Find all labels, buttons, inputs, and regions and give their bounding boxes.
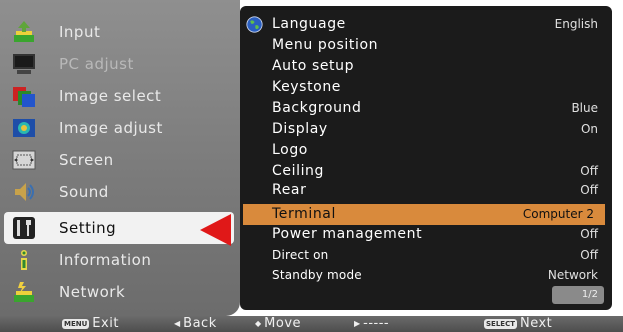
menu-item-label: Image adjust bbox=[59, 119, 163, 137]
speaker-icon bbox=[15, 183, 34, 201]
setting-value: Off bbox=[580, 248, 598, 262]
menu-item-information[interactable]: Information bbox=[0, 244, 234, 276]
left-arrow-icon: ◀ bbox=[174, 319, 181, 328]
setting-item-keystone[interactable]: Keystone bbox=[240, 77, 612, 98]
menu-item-label: Image select bbox=[59, 87, 162, 105]
setting-item-terminal[interactable]: Terminal Computer 2 bbox=[243, 204, 605, 225]
selection-pointer-arrow bbox=[200, 214, 231, 246]
next-value: ----- bbox=[363, 316, 390, 331]
setting-item-auto-setup[interactable]: Auto setup bbox=[240, 56, 612, 77]
menu-item-image-select[interactable]: Image select bbox=[0, 80, 234, 112]
main-menu: Input PC adjust Image select Image adjus… bbox=[0, 0, 240, 316]
image-select-icon bbox=[13, 87, 35, 107]
setting-label: Logo bbox=[272, 142, 308, 158]
menu-item-label: PC adjust bbox=[59, 55, 134, 73]
select-next-hint: SELECT Next bbox=[484, 316, 552, 332]
info-icon bbox=[21, 250, 27, 270]
exit-label: Exit bbox=[92, 316, 119, 331]
move-label: Move bbox=[264, 316, 302, 331]
menu-item-label: Input bbox=[59, 23, 101, 41]
setting-label: Standby mode bbox=[272, 268, 362, 282]
menu-item-label: Information bbox=[59, 251, 152, 269]
setting-value: Off bbox=[580, 164, 598, 178]
globe-icon bbox=[246, 16, 263, 33]
next-label: Next bbox=[519, 316, 553, 331]
setting-item-rear[interactable]: Rear Off bbox=[240, 180, 612, 201]
menu-item-pc-adjust[interactable]: PC adjust bbox=[0, 48, 234, 80]
setting-label: Terminal bbox=[272, 206, 336, 222]
back-hint: ◀ Back bbox=[174, 316, 217, 332]
setting-item-logo[interactable]: Logo bbox=[240, 140, 612, 161]
setting-label: Power management bbox=[272, 226, 423, 242]
tools-icon bbox=[13, 217, 35, 239]
setting-label: Rear bbox=[272, 182, 307, 198]
setting-value: English bbox=[554, 17, 598, 31]
menu-item-label: Screen bbox=[59, 151, 114, 169]
screen-icon bbox=[12, 150, 36, 170]
setting-value: Off bbox=[580, 227, 598, 241]
menu-item-sound[interactable]: Sound bbox=[0, 176, 234, 208]
menu-item-label: Setting bbox=[59, 219, 117, 237]
setting-value: Computer 2 bbox=[522, 207, 594, 221]
setting-item-background[interactable]: Background Blue bbox=[240, 98, 612, 119]
setting-value: Network bbox=[547, 268, 598, 282]
monitor-icon bbox=[13, 54, 35, 74]
menu-key-icon: MENU bbox=[62, 319, 90, 329]
setting-label: Background bbox=[272, 100, 362, 116]
back-label: Back bbox=[183, 316, 217, 331]
setting-value: On bbox=[580, 122, 598, 136]
menu-item-image-adjust[interactable]: Image adjust bbox=[0, 112, 234, 144]
network-icon bbox=[14, 282, 34, 302]
setting-item-display[interactable]: Display On bbox=[240, 119, 612, 140]
next-value-hint: ▶ ----- bbox=[354, 316, 389, 332]
move-hint: ◆ Move bbox=[255, 316, 301, 332]
menu-item-network[interactable]: Network bbox=[0, 276, 234, 308]
setting-value: Blue bbox=[571, 101, 598, 115]
select-key-icon: SELECT bbox=[484, 319, 517, 329]
input-icon bbox=[14, 21, 34, 42]
setting-item-ceiling[interactable]: Ceiling Off bbox=[240, 161, 612, 182]
menu-item-screen[interactable]: Screen bbox=[0, 144, 234, 176]
setting-label: Language bbox=[272, 16, 346, 32]
move-arrows-icon: ◆ bbox=[255, 319, 262, 328]
setting-label: Ceiling bbox=[272, 163, 325, 179]
menu-item-label: Network bbox=[59, 283, 126, 301]
bottom-help-bar: MENU Exit ◀ Back ◆ Move ▶ ----- SELECT N… bbox=[0, 316, 623, 332]
menu-item-label: Sound bbox=[59, 183, 109, 201]
setting-item-power-management[interactable]: Power management Off bbox=[240, 224, 612, 245]
image-adjust-icon bbox=[13, 119, 35, 137]
menu-item-input[interactable]: Input bbox=[0, 16, 234, 48]
setting-label: Direct on bbox=[272, 248, 329, 262]
setting-label: Menu position bbox=[272, 37, 379, 53]
exit-hint: MENU Exit bbox=[62, 316, 119, 332]
right-arrow-icon: ▶ bbox=[354, 319, 361, 328]
setting-submenu-panel: Language English Menu position Auto setu… bbox=[240, 6, 612, 310]
setting-value: Off bbox=[580, 183, 598, 197]
setting-item-standby-mode[interactable]: Standby mode Network bbox=[240, 265, 612, 286]
setting-label: Auto setup bbox=[272, 58, 355, 74]
setting-item-language[interactable]: Language English bbox=[240, 14, 612, 35]
page-indicator: 1/2 bbox=[552, 286, 604, 304]
setting-label: Display bbox=[272, 121, 328, 137]
setting-label: Keystone bbox=[272, 79, 342, 95]
setting-item-menu-position[interactable]: Menu position bbox=[240, 35, 612, 56]
setting-item-direct-on[interactable]: Direct on Off bbox=[240, 245, 612, 266]
